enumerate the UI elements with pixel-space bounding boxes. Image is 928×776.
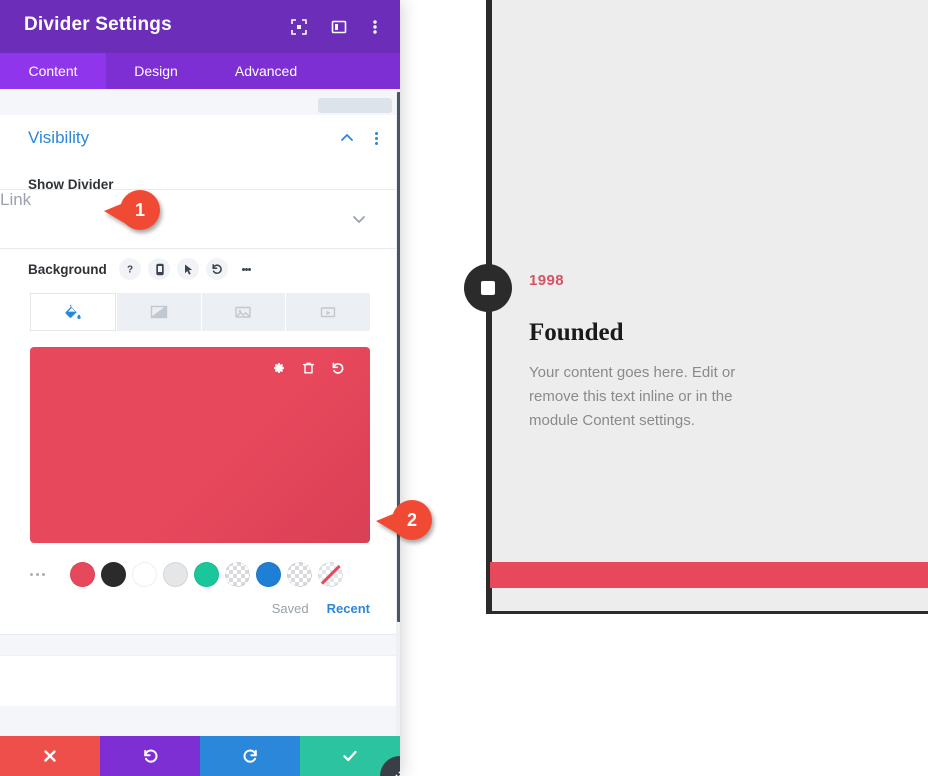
modal-tabs: Content Design Advanced <box>0 53 400 89</box>
help-icon[interactable]: ? <box>119 258 141 280</box>
swatch-no-color[interactable] <box>318 561 343 587</box>
preview-divider-bar <box>490 562 928 588</box>
search-input[interactable] <box>318 98 392 113</box>
section-link-title: Link <box>0 190 32 209</box>
cancel-button[interactable] <box>0 736 100 776</box>
section-visibility: Visibility Show Divider NO <box>0 115 400 243</box>
undo-button[interactable] <box>100 736 200 776</box>
callout-number: 1 <box>134 199 145 220</box>
preview-content-block: 1998 Founded Your content goes here. Edi… <box>529 272 769 433</box>
reset-icon[interactable] <box>206 258 228 280</box>
section-next-partial <box>0 655 400 706</box>
chevron-down-icon[interactable] <box>350 210 368 228</box>
background-video-tab[interactable] <box>286 293 370 331</box>
gear-icon[interactable] <box>269 359 287 377</box>
palette-tab-saved[interactable]: Saved <box>272 601 309 616</box>
modal-action-bar <box>0 736 400 776</box>
background-color-preview[interactable] <box>30 347 370 543</box>
swatch-transparent-2[interactable] <box>287 561 312 587</box>
palette-tabs: Saved Recent <box>0 601 370 616</box>
fullscreen-icon[interactable] <box>288 16 310 38</box>
divider-settings-modal: Divider Settings Content Design Advanced <box>0 0 400 776</box>
swatch-crimson[interactable] <box>70 561 95 587</box>
background-label: Background <box>28 262 107 277</box>
tab-design[interactable]: Design <box>106 53 206 89</box>
hover-cursor-icon[interactable] <box>177 258 199 280</box>
timeline-marker <box>464 264 512 312</box>
swatch-dark[interactable] <box>101 561 126 587</box>
section-visibility-more-icon[interactable] <box>368 129 384 147</box>
layout-toggle-icon[interactable] <box>328 16 350 38</box>
trash-icon[interactable] <box>299 359 317 377</box>
svg-text:?: ? <box>127 265 133 276</box>
preview-card-bottom-edge <box>487 611 928 614</box>
background-gradient-tab[interactable] <box>116 293 201 331</box>
more-options-icon[interactable] <box>364 16 386 38</box>
section-background: Background ? Saved Recent <box>0 249 400 635</box>
more-options-icon[interactable] <box>235 258 257 280</box>
background-controls-row: Background ? <box>0 249 400 293</box>
palette-tab-recent[interactable]: Recent <box>327 601 370 616</box>
section-visibility-header[interactable]: Visibility <box>0 115 400 163</box>
section-visibility-title: Visibility <box>28 128 90 147</box>
timeline-marker-square-icon <box>481 281 495 295</box>
chevron-up-icon[interactable] <box>338 129 356 147</box>
swatch-light-gray[interactable] <box>163 561 188 587</box>
background-type-tabs <box>30 293 370 331</box>
preview-year: 1998 <box>529 272 564 289</box>
reset-icon[interactable] <box>329 359 347 377</box>
color-palette-row <box>30 559 370 589</box>
modal-title: Divider Settings <box>24 14 172 35</box>
modal-scrollbar-thumb[interactable] <box>397 92 400 622</box>
search-field-area <box>0 89 400 115</box>
swatch-blue[interactable] <box>256 561 281 587</box>
callout-marker-2: 2 <box>376 500 432 540</box>
callout-number: 2 <box>406 509 417 530</box>
modal-header: Divider Settings <box>0 0 400 53</box>
callout-marker-1: 1 <box>104 190 160 230</box>
responsive-device-icon[interactable] <box>148 258 170 280</box>
preview-body-text: Your content goes here. Edit or remove t… <box>529 364 736 429</box>
tab-advanced[interactable]: Advanced <box>206 53 326 89</box>
swatch-teal[interactable] <box>194 561 219 587</box>
palette-more-icon[interactable] <box>30 572 64 576</box>
swatch-transparent-1[interactable] <box>225 561 250 587</box>
tab-content[interactable]: Content <box>0 53 106 89</box>
section-link[interactable]: Link <box>0 190 400 249</box>
modal-body: Visibility Show Divider NO Link <box>0 89 400 740</box>
swatch-white[interactable] <box>132 561 157 587</box>
preview-title: Founded <box>529 319 624 346</box>
background-image-tab[interactable] <box>201 293 286 331</box>
background-color-tab[interactable] <box>30 293 116 331</box>
redo-button[interactable] <box>200 736 300 776</box>
